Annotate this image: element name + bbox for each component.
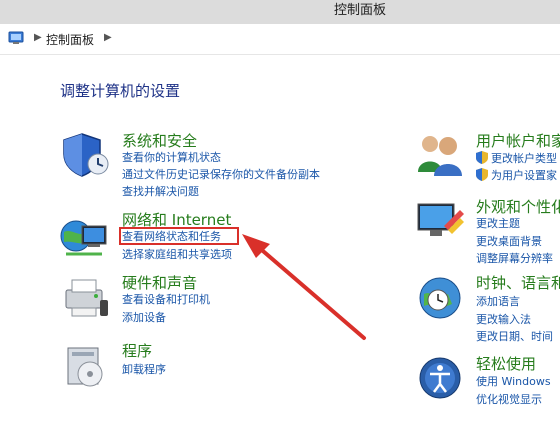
annotation-arrow — [242, 234, 366, 340]
